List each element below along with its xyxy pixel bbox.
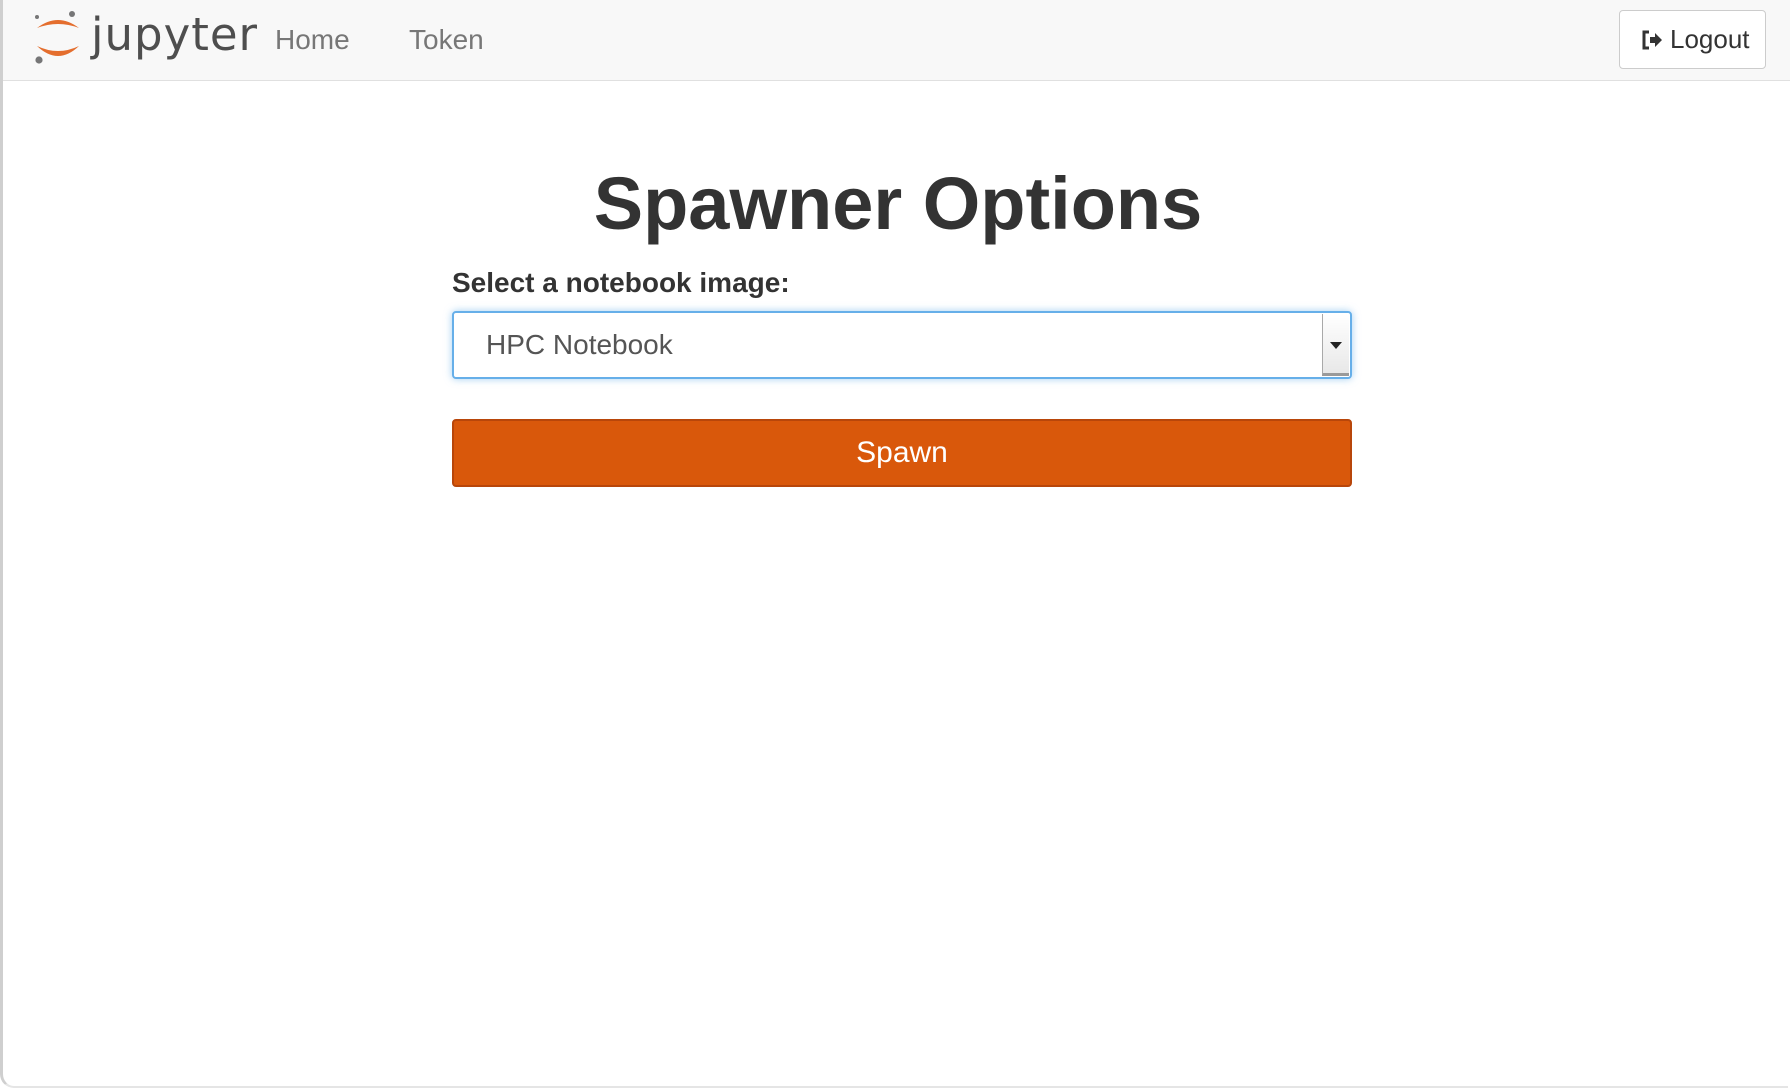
image-select-label: Select a notebook image: xyxy=(452,267,790,298)
page-title: Spawner Options xyxy=(593,162,1203,245)
logout-label: Logout xyxy=(1670,24,1750,54)
nav-token-link[interactable]: Token xyxy=(409,23,484,57)
top-navbar: jupyter Home Token Logout xyxy=(3,0,1790,81)
jupyter-home-logo[interactable]: jupyter xyxy=(33,10,257,70)
nav-home-link[interactable]: Home xyxy=(275,23,350,57)
logout-button[interactable]: Logout xyxy=(1619,10,1766,69)
caret-down-icon xyxy=(1330,342,1342,349)
spawn-button[interactable]: Spawn xyxy=(452,419,1352,487)
jupyter-logo-icon xyxy=(35,11,79,64)
notebook-image-select[interactable]: HPC Notebook xyxy=(452,311,1352,379)
browser-content-frame: jupyter Home Token Logout Spawner Option… xyxy=(0,0,1790,1088)
jupyter-wordmark: jupyter xyxy=(91,8,259,61)
select-dropdown-button[interactable] xyxy=(1322,314,1349,376)
sign-out-icon xyxy=(1642,30,1662,50)
selected-image-value: HPC Notebook xyxy=(486,329,673,360)
